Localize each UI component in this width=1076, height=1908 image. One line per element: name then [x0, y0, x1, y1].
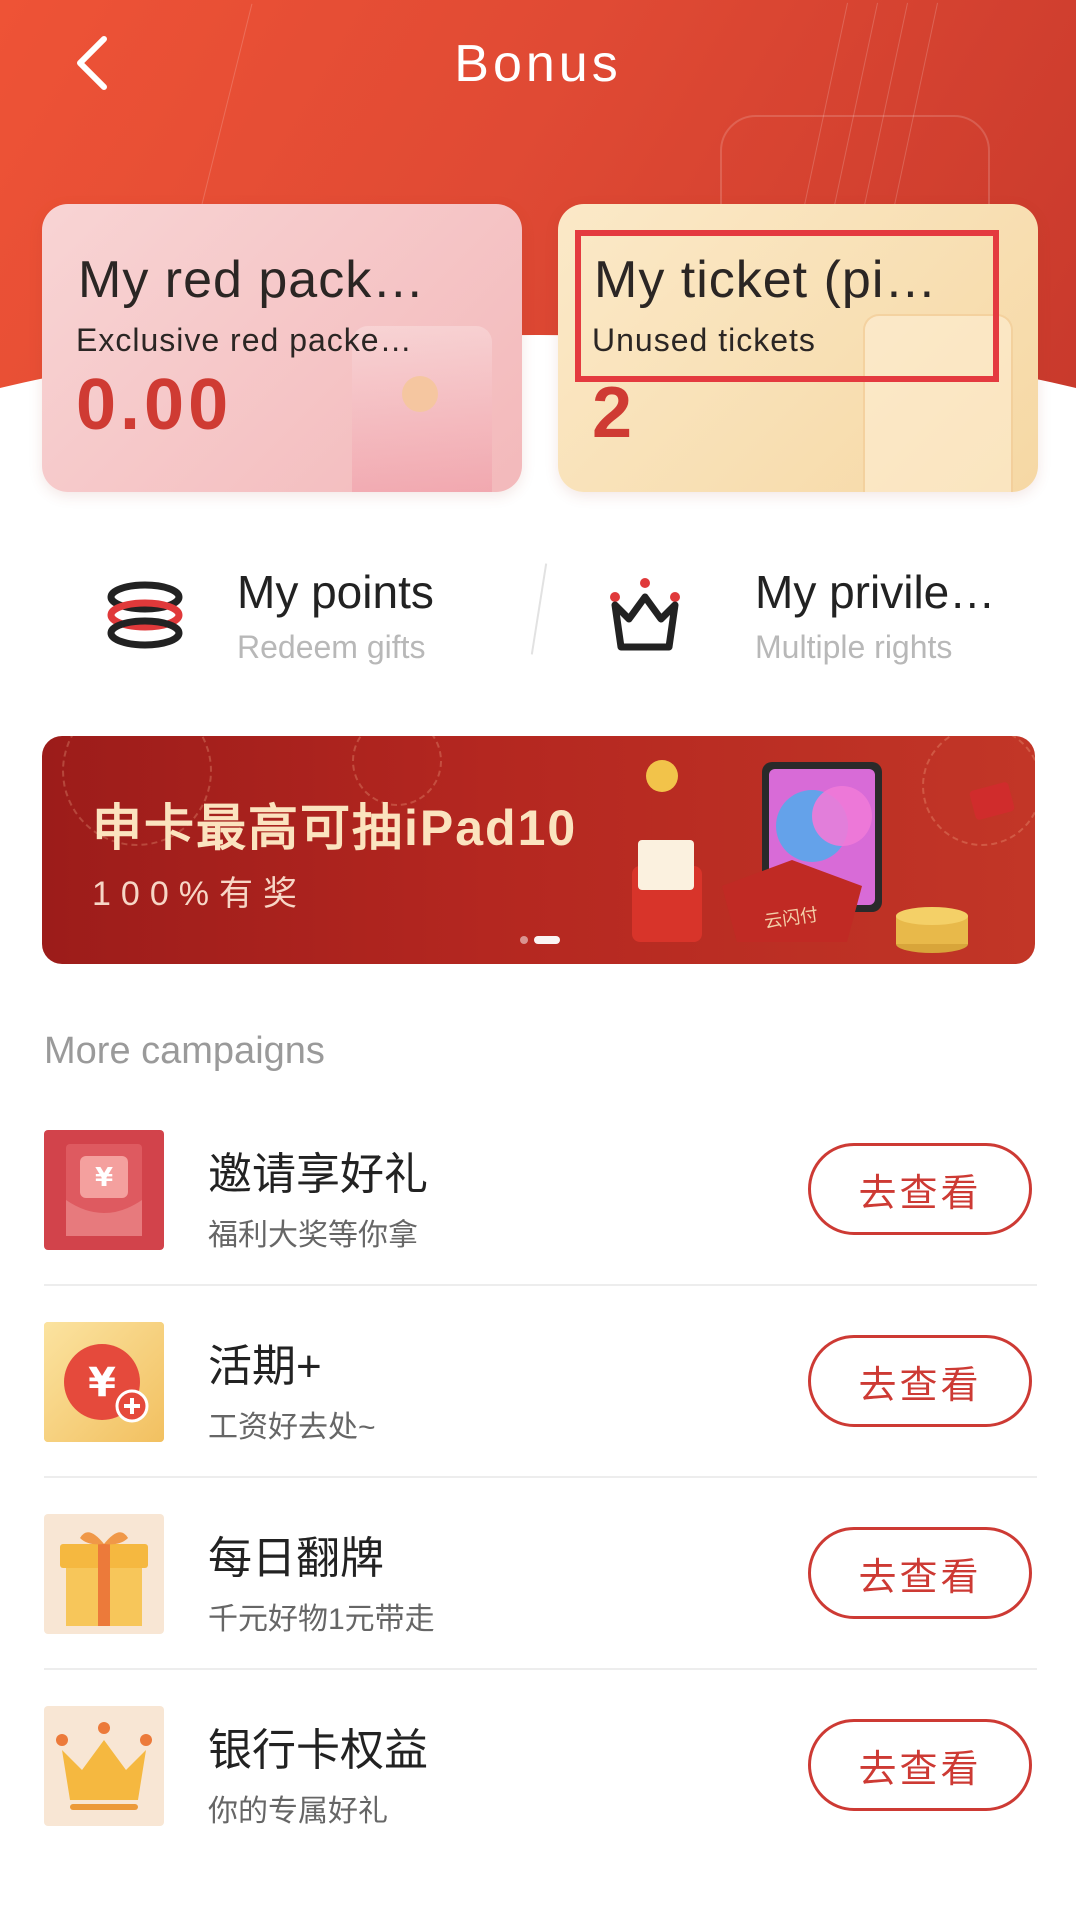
list-item: ¥ 活期+ 工资好去处~ 去查看	[44, 1322, 1037, 1512]
divider	[44, 1668, 1037, 1670]
gift-box-icon	[44, 1514, 164, 1634]
divider	[44, 1476, 1037, 1478]
my-points-subtitle: Redeem gifts	[237, 628, 426, 665]
red-envelope-icon: ¥	[44, 1130, 164, 1250]
red-packet-title: My red pack…	[78, 251, 426, 309]
campaign-subtitle: 福利大奖等你拿	[208, 1219, 418, 1252]
list-item: 银行卡权益 你的专属好礼 去查看	[44, 1706, 1037, 1896]
page-title: Bonus	[454, 35, 622, 93]
promo-banner[interactable]: 申卡最高可抽iPad10 100%有奖 云闪付	[42, 736, 1035, 964]
view-button[interactable]: 去查看	[808, 1527, 1032, 1619]
my-points-title: My points	[237, 565, 434, 618]
red-packet-card[interactable]: My red pack… Exclusive red packe… 0.00	[42, 204, 522, 492]
svg-text:¥: ¥	[95, 1163, 113, 1193]
campaign-title: 银行卡权益	[208, 1726, 428, 1775]
campaign-title: 每日翻牌	[208, 1534, 384, 1583]
crown-icon	[610, 578, 680, 651]
banner-title: 申卡最高可抽iPad10	[92, 800, 578, 856]
campaign-title: 邀请享好礼	[208, 1150, 428, 1199]
campaign-subtitle: 工资好去处~	[208, 1411, 376, 1444]
divider	[44, 1284, 1037, 1286]
campaign-title: 活期+	[208, 1342, 322, 1391]
yuan-plus-icon: ¥	[44, 1322, 164, 1442]
campaign-subtitle: 你的专属好礼	[208, 1795, 388, 1828]
ticket-title: My ticket (pi…	[594, 251, 938, 309]
section-title: More campaigns	[44, 1030, 325, 1072]
crown-icon	[44, 1706, 164, 1826]
ticket-subtitle: Unused tickets	[592, 322, 816, 358]
divider	[530, 563, 548, 655]
view-button[interactable]: 去查看	[808, 1719, 1032, 1811]
coin-stack-icon	[107, 581, 183, 649]
ticket-count: 2	[592, 373, 637, 453]
list-item: 每日翻牌 千元好物1元带走 去查看	[44, 1514, 1037, 1704]
view-button[interactable]: 去查看	[808, 1335, 1032, 1427]
carousel-indicator	[520, 936, 560, 944]
my-privileges-link[interactable]: My privile… Multiple rights	[605, 555, 1017, 675]
list-item: ¥ 邀请享好礼 福利大奖等你拿 去查看	[44, 1130, 1037, 1320]
my-privileges-subtitle: Multiple rights	[755, 628, 953, 665]
my-privileges-title: My privile…	[755, 565, 996, 618]
ipad-prize-illustration: 云闪付	[632, 760, 1015, 953]
ticket-card[interactable]: My ticket (pi… Unused tickets 2	[558, 204, 1038, 492]
svg-text:¥: ¥	[88, 1360, 116, 1406]
my-points-link[interactable]: My points Redeem gifts	[105, 555, 434, 675]
view-button[interactable]: 去查看	[808, 1143, 1032, 1235]
red-packet-amount: 0.00	[76, 365, 233, 445]
banner-subtitle: 100%有奖	[92, 875, 307, 913]
red-packet-subtitle: Exclusive red packe…	[76, 322, 413, 358]
campaign-subtitle: 千元好物1元带走	[208, 1603, 435, 1636]
